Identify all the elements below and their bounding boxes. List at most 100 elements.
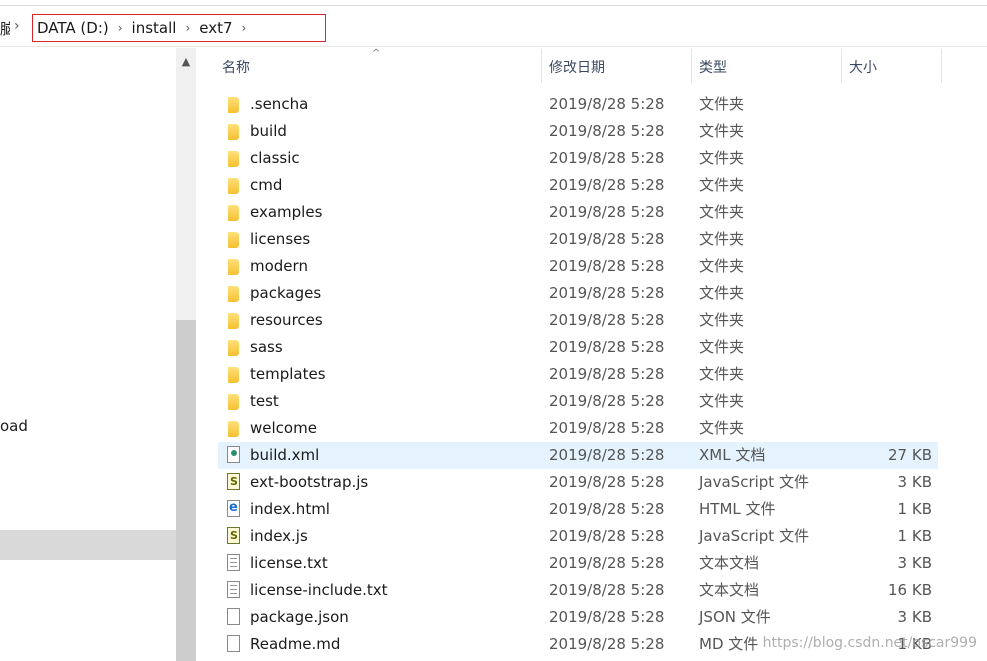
folder-icon xyxy=(228,340,239,356)
nav-item-selected[interactable] xyxy=(0,530,176,560)
file-type: 文件夹 xyxy=(699,311,745,329)
file-name: modern xyxy=(250,257,308,275)
file-type: JavaScript 文件 xyxy=(699,527,809,545)
file-row[interactable]: packages 2019/8/28 5:28 文件夹 xyxy=(218,280,938,307)
column-divider[interactable] xyxy=(691,49,692,83)
file-name: package.json xyxy=(250,608,349,626)
file-modified-date: 2019/8/28 5:28 xyxy=(549,338,665,356)
file-row[interactable]: classic 2019/8/28 5:28 文件夹 xyxy=(218,145,938,172)
file-name: welcome xyxy=(250,419,317,437)
breadcrumb-install[interactable]: install xyxy=(132,19,177,37)
txt-file-icon xyxy=(227,554,240,571)
folder-icon xyxy=(228,259,239,275)
column-header-date-label: 修改日期 xyxy=(549,60,605,76)
scroll-up-arrow-icon[interactable]: ▲ xyxy=(176,48,196,74)
file-size: 1 KB xyxy=(897,527,932,545)
file-type: 文件夹 xyxy=(699,122,745,140)
file-type: 文件夹 xyxy=(699,203,745,221)
file-modified-date: 2019/8/28 5:28 xyxy=(549,635,665,653)
file-modified-date: 2019/8/28 5:28 xyxy=(549,392,665,410)
navigation-pane: oad xyxy=(0,47,197,661)
top-divider xyxy=(0,5,987,6)
file-row[interactable]: build.xml 2019/8/28 5:28 XML 文档 27 KB xyxy=(218,442,938,469)
file-row[interactable]: package.json 2019/8/28 5:28 JSON 文件 3 KB xyxy=(218,604,938,631)
file-row[interactable]: ext-bootstrap.js 2019/8/28 5:28 JavaScript… xyxy=(218,469,938,496)
breadcrumb-this-pc-fragment[interactable]: 脑 xyxy=(0,18,10,39)
chevron-right-icon[interactable]: › xyxy=(14,18,20,34)
file-size: 27 KB xyxy=(888,446,932,464)
file-modified-date: 2019/8/28 5:28 xyxy=(549,365,665,383)
column-header-type[interactable]: 类型 xyxy=(699,47,837,87)
chevron-right-icon[interactable]: › xyxy=(118,21,123,35)
file-row[interactable]: templates 2019/8/28 5:28 文件夹 xyxy=(218,361,938,388)
column-header-name[interactable]: 名称 xyxy=(222,47,538,87)
file-name: Readme.md xyxy=(250,635,341,653)
file-modified-date: 2019/8/28 5:28 xyxy=(549,500,665,518)
column-header-date[interactable]: 修改日期 xyxy=(549,47,687,87)
file-name: sass xyxy=(250,338,283,356)
breadcrumb-drive[interactable]: DATA (D:) xyxy=(37,19,109,37)
file-type: 文件夹 xyxy=(699,365,745,383)
column-divider[interactable] xyxy=(841,49,842,83)
file-type: 文本文档 xyxy=(699,581,760,599)
file-type: 文件夹 xyxy=(699,257,745,275)
nav-scrollbar[interactable]: ▲ xyxy=(176,48,196,661)
file-row[interactable]: .sencha 2019/8/28 5:28 文件夹 xyxy=(218,91,938,118)
file-row[interactable]: licenses 2019/8/28 5:28 文件夹 xyxy=(218,226,938,253)
folder-icon xyxy=(228,421,239,437)
chevron-right-icon[interactable]: › xyxy=(185,21,190,35)
file-row[interactable]: index.js 2019/8/28 5:28 JavaScript 文件 1 KB xyxy=(218,523,938,550)
file-modified-date: 2019/8/28 5:28 xyxy=(549,149,665,167)
file-size: 16 KB xyxy=(888,581,932,599)
folder-icon xyxy=(228,313,239,329)
folder-icon xyxy=(228,178,239,194)
file-type: JSON 文件 xyxy=(699,608,771,626)
column-divider[interactable] xyxy=(541,49,542,83)
chevron-right-icon[interactable]: › xyxy=(242,21,247,35)
file-row[interactable]: welcome 2019/8/28 5:28 文件夹 xyxy=(218,415,938,442)
file-name: index.js xyxy=(250,527,308,545)
file-row[interactable]: modern 2019/8/28 5:28 文件夹 xyxy=(218,253,938,280)
nav-item-download[interactable]: oad xyxy=(0,417,28,435)
html-file-icon xyxy=(227,500,240,517)
file-type: MD 文件 xyxy=(699,635,759,653)
file-row[interactable]: sass 2019/8/28 5:28 文件夹 xyxy=(218,334,938,361)
file-modified-date: 2019/8/28 5:28 xyxy=(549,473,665,491)
file-modified-date: 2019/8/28 5:28 xyxy=(549,311,665,329)
file-row[interactable]: index.html 2019/8/28 5:28 HTML 文件 1 KB xyxy=(218,496,938,523)
folder-icon xyxy=(228,232,239,248)
file-type: XML 文档 xyxy=(699,446,766,464)
js-file-icon xyxy=(227,527,240,544)
file-name: templates xyxy=(250,365,326,383)
folder-icon xyxy=(228,205,239,221)
file-name: .sencha xyxy=(250,95,309,113)
file-type: 文件夹 xyxy=(699,392,745,410)
folder-icon xyxy=(228,124,239,140)
file-row[interactable]: test 2019/8/28 5:28 文件夹 xyxy=(218,388,938,415)
scroll-thumb[interactable] xyxy=(176,320,196,661)
breadcrumb-ext7[interactable]: ext7 xyxy=(199,19,232,37)
file-row[interactable]: build 2019/8/28 5:28 文件夹 xyxy=(218,118,938,145)
file-type: 文件夹 xyxy=(699,419,745,437)
file-row[interactable]: resources 2019/8/28 5:28 文件夹 xyxy=(218,307,938,334)
file-modified-date: 2019/8/28 5:28 xyxy=(549,203,665,221)
column-header-size[interactable]: 大小 xyxy=(849,47,939,87)
file-row[interactable]: license-include.txt 2019/8/28 5:28 文本文档 16 … xyxy=(218,577,938,604)
file-row[interactable]: cmd 2019/8/28 5:28 文件夹 xyxy=(218,172,938,199)
file-row[interactable]: examples 2019/8/28 5:28 文件夹 xyxy=(218,199,938,226)
file-list: .sencha 2019/8/28 5:28 文件夹 build 2019/8/28 5… xyxy=(218,91,938,658)
file-modified-date: 2019/8/28 5:28 xyxy=(549,608,665,626)
folder-icon xyxy=(228,151,239,167)
watermark: https://blog.csdn.net/oscar999 xyxy=(762,635,977,651)
file-icon xyxy=(227,608,240,625)
file-name: licenses xyxy=(250,230,311,248)
file-row[interactable]: license.txt 2019/8/28 5:28 文本文档 3 KB xyxy=(218,550,938,577)
file-modified-date: 2019/8/28 5:28 xyxy=(549,446,665,464)
file-size: 3 KB xyxy=(897,473,932,491)
file-name: test xyxy=(250,392,279,410)
file-modified-date: 2019/8/28 5:28 xyxy=(549,554,665,572)
column-divider[interactable] xyxy=(941,49,942,83)
file-modified-date: 2019/8/28 5:28 xyxy=(549,527,665,545)
file-modified-date: 2019/8/28 5:28 xyxy=(549,419,665,437)
file-name: resources xyxy=(250,311,323,329)
